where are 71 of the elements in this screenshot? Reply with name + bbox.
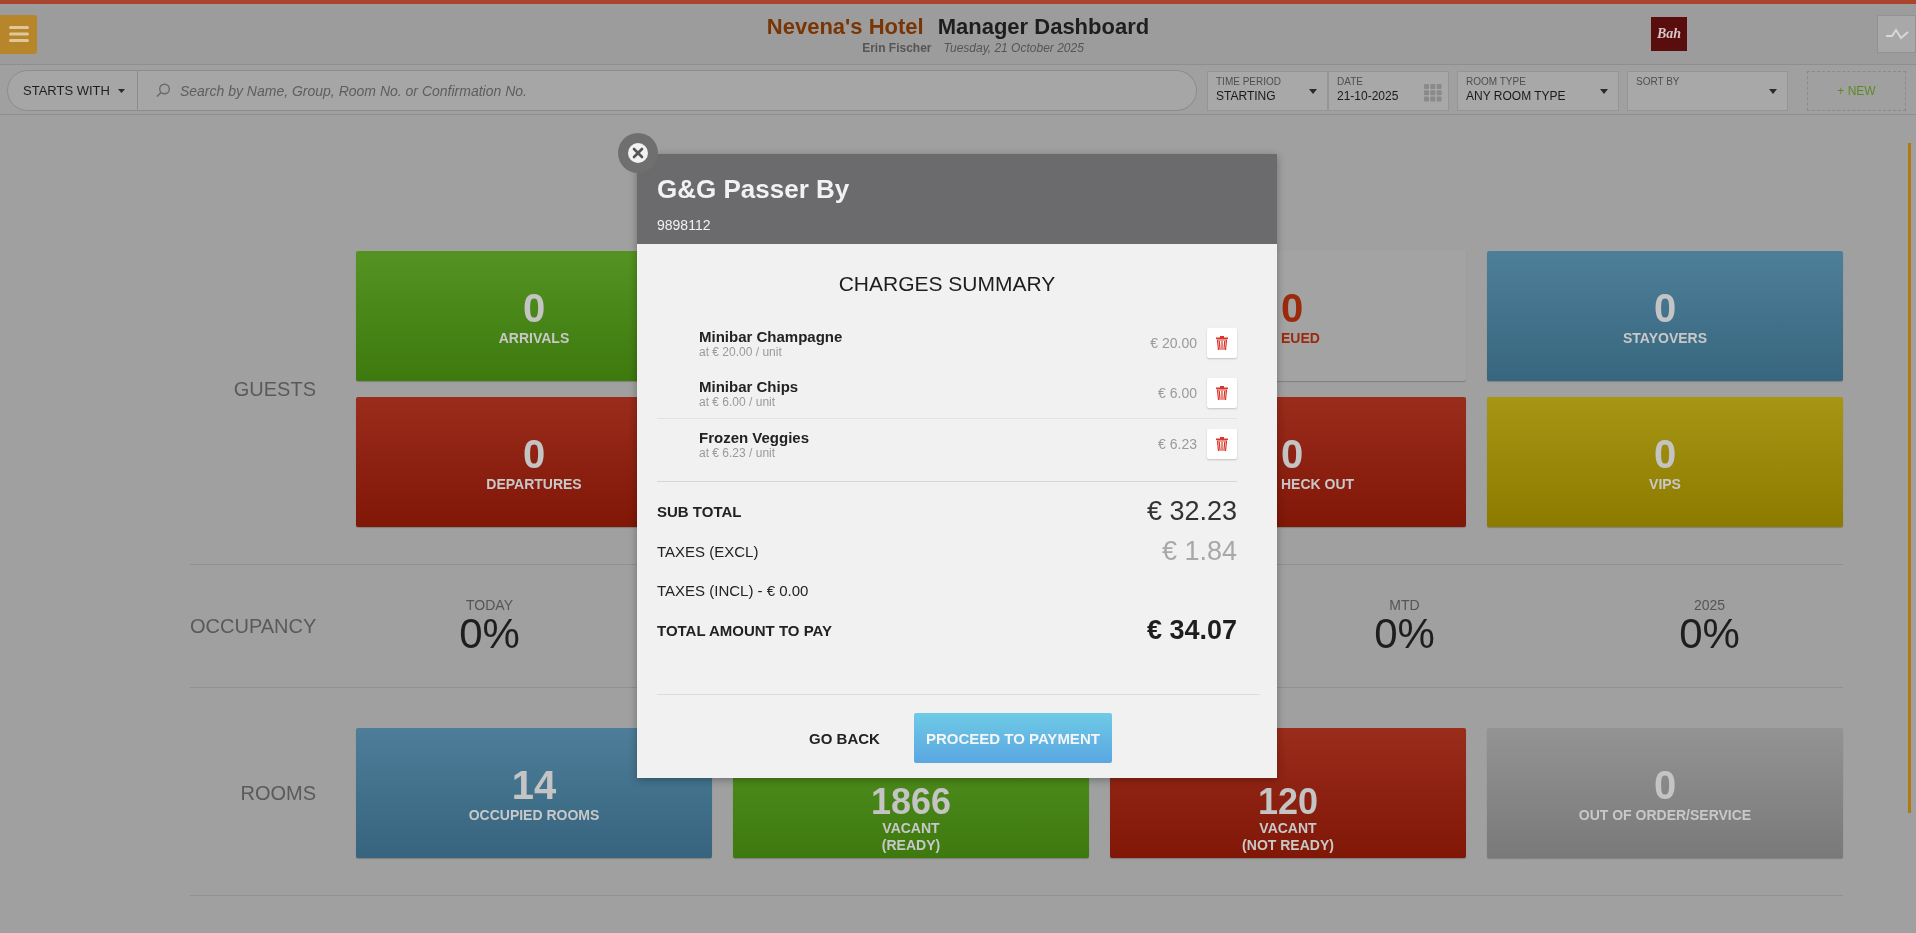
- trash-icon: [1216, 437, 1228, 451]
- stat-tile[interactable]: 14 OCCUPIED ROOMS: [356, 728, 712, 858]
- tile-count: 0: [522, 285, 546, 330]
- total-label: TAXES (INCL) - € 0.00: [657, 581, 809, 599]
- tile-count: 0: [1653, 762, 1677, 807]
- total-label: TOTAL AMOUNT TO PAY: [657, 621, 832, 639]
- user-name: Erin Fischer: [862, 40, 932, 55]
- tile-label: HECK OUT: [1281, 475, 1355, 493]
- stat-label: 2025: [1693, 597, 1726, 613]
- tile-label: ARRIVALS: [498, 329, 570, 347]
- hotel-name: Nevena's Hotel: [766, 13, 924, 40]
- caret-icon: [117, 88, 125, 93]
- delete-button[interactable]: [1207, 378, 1237, 408]
- total-value: € 32.23: [1146, 495, 1237, 527]
- total-value: € 34.07: [1146, 614, 1237, 646]
- caret-icon: [1600, 88, 1608, 94]
- tile-label: VACANT (NOT READY): [1242, 820, 1334, 854]
- caret-icon: [1309, 88, 1317, 94]
- stat-tile[interactable]: 0 STAYOVERS: [1487, 251, 1843, 381]
- search-mode-dropdown[interactable]: STARTS WITH: [7, 70, 138, 111]
- tile-label: STAYOVERS: [1623, 329, 1707, 347]
- filter-dropdown[interactable]: SORT BY: [1627, 70, 1788, 111]
- tile-label: OUT OF ORDER/SERVICE: [1578, 806, 1752, 824]
- tile-count: 1866: [870, 784, 952, 821]
- tile-count: 0: [1653, 431, 1677, 476]
- search-field[interactable]: Search by Name, Group, Room No. or Confirmation No.: [137, 70, 1197, 111]
- stat-tile[interactable]: 0 VIPS: [1487, 397, 1843, 527]
- tile-count: 0: [1281, 285, 1304, 330]
- tile-count: 0: [1281, 431, 1304, 476]
- page-title: Manager Dashboard: [937, 13, 1150, 40]
- stat-value: 0%: [1374, 613, 1435, 655]
- filter-dropdown[interactable]: ROOM TYPE ANY ROOM TYPE: [1457, 70, 1619, 111]
- charge-amount: € 20.00: [1150, 335, 1197, 351]
- tile-label: EUED: [1281, 329, 1320, 347]
- total-value: € 1.84: [1161, 535, 1237, 567]
- filter-dropdown[interactable]: TIME PERIOD STARTING: [1207, 70, 1328, 111]
- section-title: GUESTS: [232, 377, 316, 401]
- caret-icon: [1769, 88, 1777, 94]
- charge-amount: € 6.23: [1158, 436, 1197, 452]
- date-field[interactable]: DATE 21-10-2025: [1328, 70, 1449, 111]
- tile-label: VIPS: [1649, 475, 1681, 493]
- tile-label: VACANT (READY): [881, 820, 941, 854]
- summary-heading: CHARGES SUMMARY: [837, 272, 1057, 296]
- close-icon: [627, 142, 649, 164]
- close-button[interactable]: [618, 133, 658, 173]
- line-chart-icon: [1884, 27, 1909, 41]
- trash-icon: [1216, 386, 1228, 400]
- tile-count: 0: [1653, 285, 1677, 330]
- tile-count: 0: [522, 431, 546, 476]
- stat-value: 0%: [459, 613, 520, 655]
- section-title: ROOMS: [239, 781, 316, 805]
- trash-icon: [1216, 336, 1228, 350]
- tile-label: DEPARTURES: [486, 475, 582, 493]
- section-title: OCCUPANCY: [190, 614, 316, 638]
- hotel-logo: Bah: [1651, 17, 1687, 51]
- menu-icon: [8, 26, 29, 42]
- tile-count: 120: [1257, 784, 1319, 821]
- proceed-button[interactable]: PROCEED TO PAYMENT: [913, 713, 1112, 763]
- delete-button[interactable]: [1207, 429, 1237, 459]
- stat-label: TODAY: [466, 597, 513, 613]
- delete-button[interactable]: [1207, 328, 1237, 358]
- confirmation-number: 9898112: [657, 217, 712, 233]
- stat-value: 0%: [1679, 613, 1740, 655]
- stat-tile[interactable]: 0 OUT OF ORDER/SERVICE: [1487, 728, 1843, 858]
- current-date: Tuesday, 21 October 2025: [943, 40, 1084, 55]
- dialog-title: G&G Passer By: [657, 174, 851, 205]
- stat-label: MTD: [1389, 597, 1420, 613]
- tile-count: 14: [511, 762, 557, 807]
- calendar-grid-icon: [1424, 83, 1442, 102]
- tile-label: OCCUPIED ROOMS: [468, 806, 600, 824]
- total-label: TAXES (EXCL): [657, 542, 759, 560]
